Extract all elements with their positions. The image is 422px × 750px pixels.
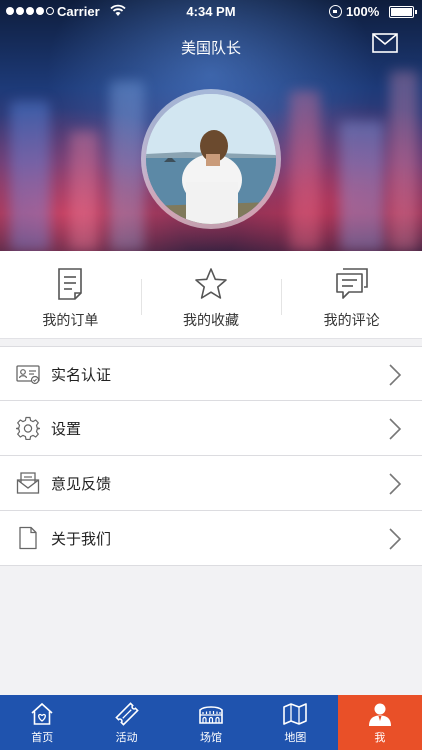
- tab-label: 地图: [284, 731, 307, 744]
- star-icon: [195, 268, 227, 299]
- background-light: [10, 101, 50, 251]
- chevron-right-icon: [389, 528, 402, 550]
- tab-events[interactable]: 活动: [84, 695, 168, 750]
- menu-item-identity-verification[interactable]: 实名认证: [0, 346, 422, 401]
- status-bar: Carrier 4:34 PM 100%: [0, 0, 422, 24]
- menu-item-about-us[interactable]: 关于我们: [0, 511, 422, 566]
- tab-map[interactable]: 地图: [253, 695, 337, 750]
- my-orders-label: 我的订单: [42, 313, 99, 329]
- home-icon: [31, 702, 53, 725]
- profile-header: Carrier 4:34 PM 100% 美国队长: [0, 0, 422, 251]
- tab-venues[interactable]: 场馆: [169, 695, 253, 750]
- menu-item-feedback[interactable]: 意见反馈: [0, 456, 422, 511]
- user-icon: [368, 703, 391, 726]
- battery-cap: [415, 10, 417, 14]
- avatar[interactable]: [141, 89, 281, 229]
- battery-icon: [389, 6, 414, 18]
- avatar-photo: [146, 94, 276, 224]
- chevron-right-icon: [389, 418, 402, 440]
- document-icon: [19, 526, 37, 550]
- quick-actions: 我的订单 我的收藏 我的评论: [0, 251, 422, 339]
- tab-label: 我: [374, 731, 386, 744]
- tab-home[interactable]: 首页: [0, 695, 84, 750]
- menu-item-label: 意见反馈: [51, 475, 112, 493]
- chevron-right-icon: [389, 473, 402, 495]
- menu-item-settings[interactable]: 设置: [0, 401, 422, 456]
- tab-me[interactable]: 我: [337, 695, 422, 750]
- comment-icon: [335, 268, 368, 299]
- mail-icon[interactable]: [372, 33, 398, 53]
- background-light: [390, 71, 418, 251]
- my-comments-label: 我的评论: [323, 313, 380, 329]
- menu-item-label: 设置: [51, 420, 82, 438]
- my-orders-button[interactable]: 我的订单: [0, 251, 141, 338]
- feedback-envelope-icon: [16, 472, 40, 494]
- map-icon: [283, 703, 308, 725]
- menu-item-label: 关于我们: [51, 530, 112, 548]
- gear-icon: [16, 416, 40, 440]
- menu-item-label: 实名认证: [51, 366, 112, 384]
- my-favorites-label: 我的收藏: [183, 313, 239, 329]
- settings-menu: 实名认证 设置 意见反馈 关于我们: [0, 346, 422, 566]
- background-light: [70, 131, 98, 251]
- tab-label: 活动: [115, 731, 138, 744]
- page-title: 美国队长: [180, 39, 241, 57]
- id-card-icon: [16, 365, 40, 385]
- chevron-right-icon: [389, 364, 402, 386]
- background-light: [110, 81, 144, 251]
- order-document-icon: [58, 268, 83, 300]
- my-comments-button[interactable]: 我的评论: [281, 251, 422, 338]
- background-light: [340, 121, 384, 251]
- colosseum-icon: [199, 706, 223, 724]
- my-favorites-button[interactable]: 我的收藏: [140, 251, 282, 338]
- ticket-icon: [114, 702, 139, 726]
- tab-bar: 首页 活动 场馆 地图 我: [0, 695, 422, 750]
- tab-label: 首页: [31, 731, 54, 744]
- battery-percent: 100%: [346, 4, 380, 19]
- tab-label: 场馆: [200, 731, 223, 744]
- background-light: [290, 91, 320, 251]
- rotation-lock-icon: [329, 5, 342, 18]
